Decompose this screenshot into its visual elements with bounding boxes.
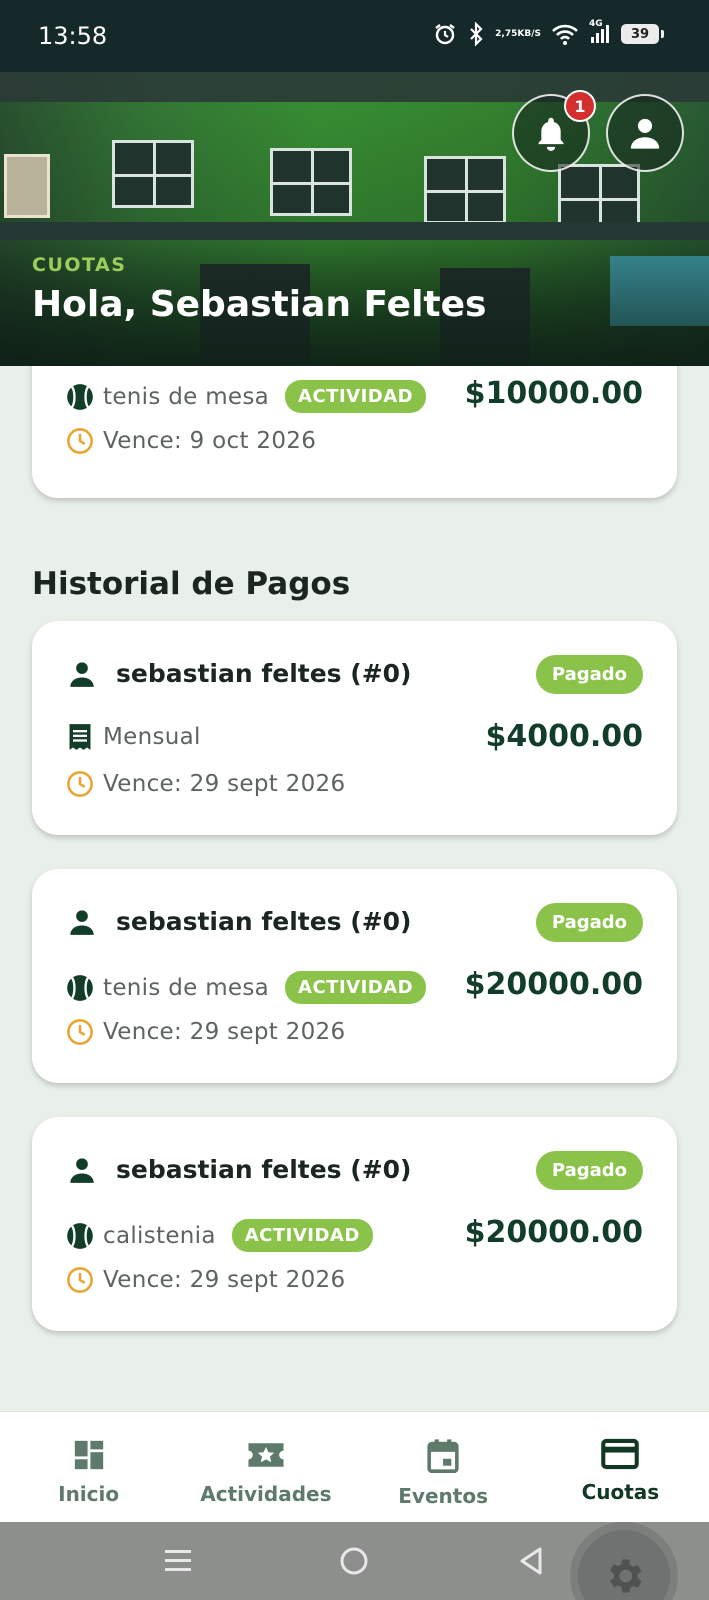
recent-apps-button[interactable] — [155, 1538, 201, 1584]
activity-row: tenis de mesa ACTIVIDAD — [66, 380, 427, 413]
member-row: sebastian feltes (#0) — [68, 907, 411, 936]
activity-chip: ACTIVIDAD — [285, 971, 427, 1004]
tennis-ball-icon — [66, 383, 94, 411]
settings-floating-button[interactable] — [578, 1530, 670, 1600]
payment-amount: $4000.00 — [485, 719, 643, 754]
concept-row: tenis de mesa ACTIVIDAD — [66, 971, 427, 1004]
back-triangle-icon — [520, 1547, 542, 1575]
bell-icon — [538, 117, 564, 151]
payment-amount: $20000.00 — [464, 967, 643, 1002]
status-badge: Pagado — [535, 1151, 643, 1190]
nav-item-eventos[interactable]: Eventos — [355, 1412, 532, 1522]
nav-item-actividades[interactable]: Actividades — [177, 1412, 354, 1522]
concept-name: tenis de mesa — [103, 974, 270, 1001]
nav-label-eventos: Eventos — [398, 1484, 488, 1508]
clock-icon — [66, 427, 94, 455]
status-bar: 13:58 2,75 KB/S 4G 39 — [0, 0, 709, 72]
gear-icon — [610, 1559, 642, 1593]
clock-icon — [66, 1266, 94, 1294]
concept-name: Mensual — [103, 724, 201, 750]
battery-indicator: 39 — [621, 24, 664, 44]
network-speed: 2,75 KB/S — [495, 29, 541, 39]
payment-amount: $20000.00 — [464, 1215, 643, 1250]
receipt-icon — [66, 723, 94, 751]
menu-icon — [165, 1550, 191, 1571]
section-label: CUOTAS — [32, 254, 127, 276]
nav-label-cuotas: Cuotas — [581, 1480, 660, 1504]
bluetooth-icon — [467, 22, 485, 46]
member-name: sebastian feltes (#0) — [116, 1155, 412, 1184]
due-row: Vence: 29 sept 2026 — [66, 770, 345, 798]
status-icons: 2,75 KB/S 4G 39 — [433, 19, 664, 46]
network-speed-unit: KB/S — [517, 29, 541, 39]
wifi-icon — [551, 23, 579, 45]
payment-card[interactable]: sebastian feltes (#0) Pagado tenis de me… — [32, 869, 677, 1083]
due-date: Vence: 29 sept 2026 — [103, 771, 346, 797]
profile-button[interactable] — [606, 94, 684, 172]
cellular-icon: 4G — [589, 19, 611, 45]
activity-chip: ACTIVIDAD — [285, 380, 427, 413]
status-badge: Pagado — [535, 655, 643, 694]
person-icon — [70, 1157, 94, 1183]
tennis-ball-icon — [66, 974, 94, 1002]
member-row: sebastian feltes (#0) — [68, 659, 411, 688]
concept-name: calistenia — [103, 1222, 216, 1249]
network-type: 4G — [589, 19, 603, 29]
person-icon — [630, 118, 660, 149]
nav-item-inicio[interactable]: Inicio — [0, 1412, 177, 1522]
dashboard-icon — [74, 1440, 103, 1470]
activity-name: tenis de mesa — [103, 383, 270, 410]
due-row: Vence: 29 sept 2026 — [66, 1266, 345, 1294]
concept-row: calistenia ACTIVIDAD — [66, 1219, 373, 1252]
status-badge: Pagado — [535, 903, 643, 942]
due-row: Vence: 29 sept 2026 — [66, 1018, 345, 1046]
nav-label-inicio: Inicio — [58, 1482, 120, 1506]
header-banner: 1 CUOTAS Hola, Sebastian Feltes — [0, 72, 709, 366]
back-button[interactable] — [508, 1538, 554, 1584]
due-date: Vence: 29 sept 2026 — [103, 1267, 346, 1293]
history-title: Historial de Pagos — [32, 566, 351, 602]
member-name: sebastian feltes (#0) — [116, 907, 412, 936]
status-time: 13:58 — [38, 22, 108, 50]
due-date: Vence: 29 sept 2026 — [103, 1019, 346, 1045]
clock-icon — [66, 1018, 94, 1046]
fee-amount: $10000.00 — [464, 376, 643, 411]
concept-row: Mensual — [66, 723, 201, 751]
notifications-button[interactable]: 1 — [512, 90, 596, 172]
credit-card-icon — [601, 1438, 640, 1470]
tennis-ball-icon — [66, 1222, 94, 1250]
nav-item-cuotas[interactable]: Cuotas — [532, 1412, 709, 1522]
home-button[interactable] — [331, 1538, 377, 1584]
due-date: Vence: 9 oct 2026 — [103, 428, 317, 454]
person-icon — [70, 661, 94, 687]
due-row: Vence: 9 oct 2026 — [66, 427, 316, 455]
member-row: sebastian feltes (#0) — [68, 1155, 411, 1184]
network-speed-value: 2,75 — [495, 29, 518, 39]
calendar-icon — [427, 1439, 459, 1474]
bottom-navigation: Inicio Actividades Eventos Cuotas — [0, 1411, 709, 1522]
alarm-icon — [433, 22, 457, 46]
home-circle-icon — [340, 1547, 368, 1575]
member-name: sebastian feltes (#0) — [116, 659, 412, 688]
payment-card[interactable]: sebastian feltes (#0) Pagado calistenia … — [32, 1117, 677, 1331]
activity-chip: ACTIVIDAD — [231, 1219, 373, 1252]
person-icon — [70, 909, 94, 935]
notification-badge: 1 — [564, 90, 596, 122]
page-title: Hola, Sebastian Feltes — [32, 284, 487, 325]
clock-icon — [66, 770, 94, 798]
payment-card[interactable]: sebastian feltes (#0) Pagado Mensual $40… — [32, 621, 677, 835]
ticket-star-icon — [248, 1443, 284, 1467]
nav-label-actividades: Actividades — [200, 1482, 332, 1506]
system-navigation-bar — [0, 1522, 709, 1600]
